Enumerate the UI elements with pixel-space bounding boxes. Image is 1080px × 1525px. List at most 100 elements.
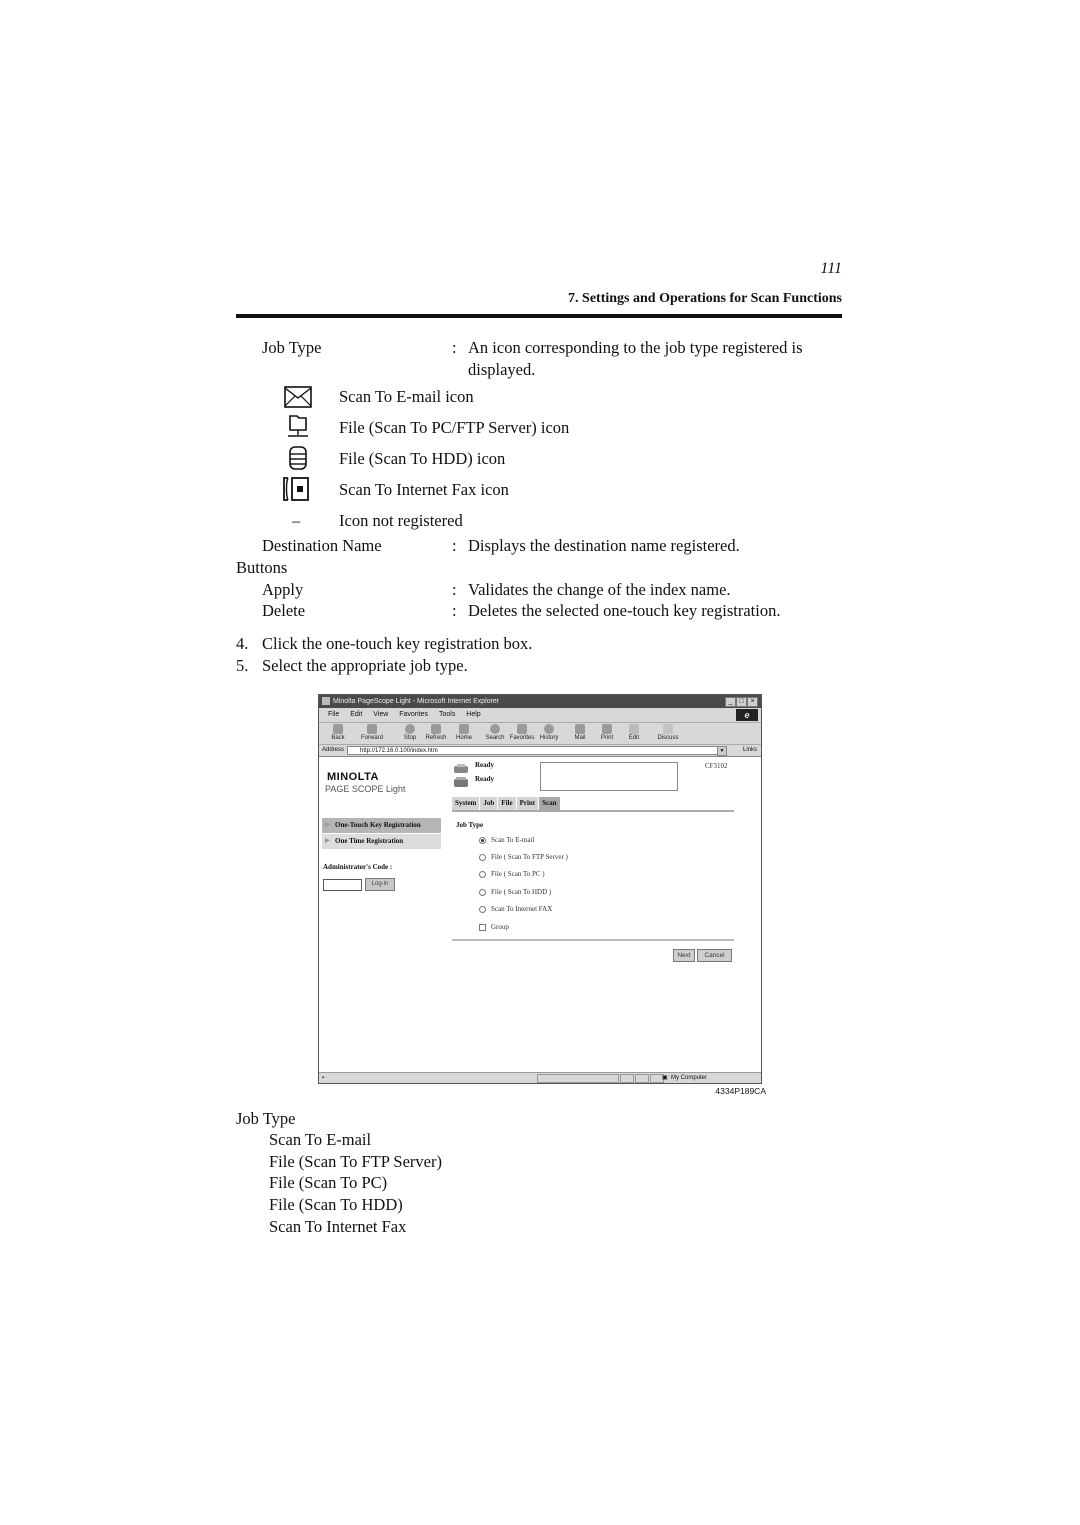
step-text: Click the one-touch key registration box…: [262, 634, 533, 653]
browser-window: Minolta PageScope Light - Microsoft Inte…: [318, 694, 762, 1084]
back-button[interactable]: Back: [325, 724, 351, 741]
job-option-scan-to-email[interactable]: Scan To E-mail: [479, 836, 534, 844]
history-button[interactable]: History: [536, 724, 562, 741]
discuss-icon: [663, 724, 673, 734]
arrow-right-icon: ▶: [325, 822, 330, 828]
radio-icon[interactable]: [479, 853, 486, 861]
menu-file[interactable]: File: [328, 711, 339, 718]
radio-icon[interactable]: [479, 905, 486, 913]
mail-button[interactable]: Mail: [567, 724, 593, 741]
title-bar: Minolta PageScope Light - Microsoft Inte…: [319, 695, 761, 708]
icon-label-hdd: File (Scan To HDD) icon: [339, 449, 506, 468]
home-icon: [459, 724, 469, 734]
refresh-button[interactable]: Refresh: [423, 724, 449, 741]
maximize-button[interactable]: □: [736, 697, 747, 707]
job-option-scan-to-pc[interactable]: File ( Scan To PC ): [479, 870, 545, 878]
print-icon: [602, 724, 612, 734]
cancel-button[interactable]: Cancel: [697, 949, 732, 962]
model-name: CF3102: [705, 762, 728, 770]
job-type-colon: :: [452, 338, 457, 357]
next-button[interactable]: Next: [673, 949, 695, 962]
page-number: 111: [820, 260, 842, 277]
figure-caption: 4334P189CA: [715, 1086, 766, 1096]
job-type-desc-line2: displayed.: [468, 360, 536, 379]
address-input[interactable]: http://172.16.0.100/index.htm: [347, 746, 725, 755]
my-computer-icon: ▣: [662, 1075, 668, 1081]
tab-file[interactable]: File: [498, 797, 516, 810]
menu-tools[interactable]: Tools: [439, 711, 455, 718]
icon-label-email: Scan To E-mail icon: [339, 387, 474, 406]
delete-colon: :: [452, 601, 457, 620]
destination-name-desc: Displays the destination name registered…: [468, 536, 740, 555]
home-button[interactable]: Home: [451, 724, 477, 741]
menu-bar: File Edit View Favorites Tools Help e: [319, 708, 761, 722]
status-segment: [635, 1074, 649, 1083]
back-arrow-icon: [333, 724, 343, 734]
admin-code-input[interactable]: [323, 879, 362, 891]
pagescope-light-logo: PAGE SCOPE Light: [325, 784, 406, 794]
sidebar-item-one-time-registration[interactable]: ▶ One Time Registration: [322, 834, 441, 849]
status-bar: ▪ ▣ My Computer: [319, 1072, 761, 1083]
delete-term: Delete: [262, 601, 306, 620]
ie-app-icon: [322, 697, 330, 705]
favorites-folder-icon: [517, 724, 527, 734]
apply-colon: :: [452, 580, 457, 599]
search-button[interactable]: Search: [482, 724, 508, 741]
close-button[interactable]: ×: [747, 697, 758, 707]
admin-code-label: Administrator's Code :: [323, 863, 393, 871]
network-folder-icon: [283, 414, 313, 440]
minolta-logo: MINOLTA: [327, 771, 379, 783]
radio-icon[interactable]: [479, 870, 486, 878]
checkbox-icon[interactable]: [479, 923, 486, 931]
tab-divider: [452, 810, 734, 812]
menu-help[interactable]: Help: [466, 711, 480, 718]
address-label: Address: [322, 747, 345, 753]
job-option-scan-to-hdd[interactable]: File ( Scan To HDD ): [479, 888, 551, 896]
stop-button[interactable]: Stop: [397, 724, 423, 741]
links-button[interactable]: Links: [743, 745, 757, 756]
sidebar-item-one-touch-key-registration[interactable]: ▶ One-Touch Key Registration: [322, 818, 441, 833]
hdd-database-icon: [283, 445, 313, 471]
job-option-scan-to-ftp[interactable]: File ( Scan To FTP Server ): [479, 853, 568, 861]
page-content: MINOLTA PAGE SCOPE Light Ready Ready CF3…: [319, 756, 761, 1073]
menu-view[interactable]: View: [373, 711, 388, 718]
tab-system[interactable]: System: [452, 797, 480, 810]
tab-scan[interactable]: Scan: [539, 797, 560, 810]
favorites-button[interactable]: Favorites: [509, 724, 535, 741]
print-button[interactable]: Print: [594, 724, 620, 741]
radio-selected-icon[interactable]: [479, 836, 486, 844]
page-status-icon: ▪: [322, 1075, 325, 1081]
job-option-scan-to-internet-fax[interactable]: Scan To Internet FAX: [479, 905, 552, 913]
address-dropdown-icon[interactable]: ▼: [717, 746, 727, 756]
minimize-button[interactable]: _: [725, 697, 736, 707]
header-rule: [236, 314, 842, 318]
icon-label-not-registered: Icon not registered: [339, 511, 463, 530]
internet-fax-icon: [281, 476, 311, 502]
forward-arrow-icon: [367, 724, 377, 734]
tab-job[interactable]: Job: [480, 797, 498, 810]
scanner-status-icon: [453, 775, 469, 787]
window-title: Minolta PageScope Light - Microsoft Inte…: [333, 698, 500, 705]
job-type-list-item: Scan To Internet Fax: [269, 1217, 407, 1236]
edit-button[interactable]: Edit: [621, 724, 647, 741]
radio-icon[interactable]: [479, 888, 486, 896]
delete-desc: Deletes the selected one-touch key regis…: [468, 601, 781, 620]
job-type-list-item: File (Scan To HDD): [269, 1195, 403, 1214]
job-type-list-item: File (Scan To FTP Server): [269, 1152, 442, 1171]
status-segment: [537, 1074, 619, 1083]
forward-button[interactable]: Forward: [359, 724, 385, 741]
search-icon: [490, 724, 500, 734]
group-checkbox[interactable]: Group: [479, 923, 509, 931]
zone-label: My Computer: [671, 1075, 708, 1081]
tab-print[interactable]: Print: [516, 797, 539, 810]
login-button[interactable]: Log-in: [365, 878, 395, 891]
destination-name-colon: :: [452, 536, 457, 555]
address-bar: Address http://172.16.0.100/index.htm ▼ …: [319, 744, 761, 756]
refresh-icon: [431, 724, 441, 734]
ie-logo-icon: e: [736, 709, 758, 721]
menu-edit[interactable]: Edit: [350, 711, 362, 718]
step-text: Select the appropriate job type.: [262, 656, 468, 675]
discuss-button[interactable]: Discuss: [655, 724, 681, 741]
history-globe-icon: [544, 724, 554, 734]
menu-favorites[interactable]: Favorites: [399, 711, 428, 718]
